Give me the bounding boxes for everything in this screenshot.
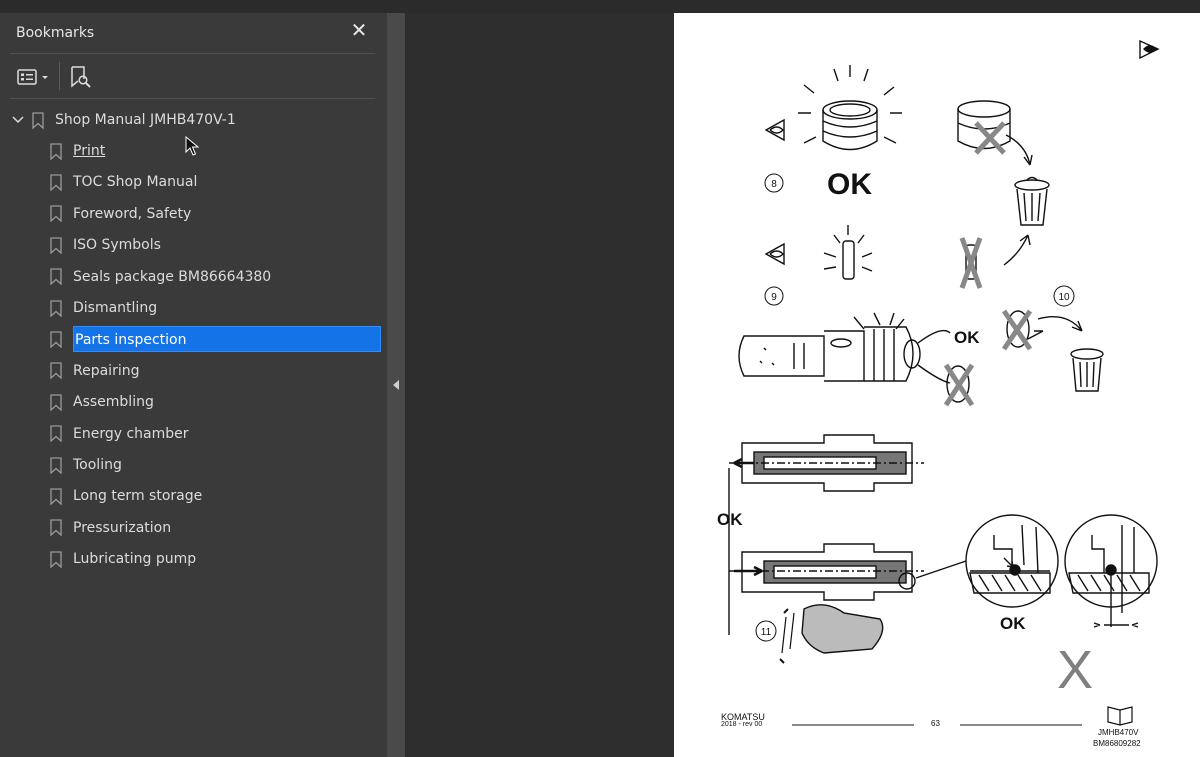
bookmarks-panel: Bookmarks ✕ Shop Manual JMHB470V-1 Print… [0,13,387,757]
bookmark-item[interactable]: Foreword, Safety [50,200,387,228]
bookmark-icon [32,111,44,129]
manual-book-icon [1107,706,1133,726]
ok-label: OK [827,168,872,201]
bookmark-item-label: Print [73,143,106,159]
footer-model: JMHB470V [1098,728,1139,737]
options-list-icon [17,69,48,85]
mouse-cursor-icon [185,136,200,156]
bookmark-item-label: Assembling [73,394,154,411]
step-number: 9 [771,292,777,303]
bookmark-item-label: ISO Symbols [73,237,161,254]
bookmark-item-label: Foreword, Safety [73,205,192,222]
divider [10,53,375,54]
find-bookmark-button[interactable] [69,65,93,89]
bookmark-icon [50,551,62,568]
bookmark-icon [50,268,62,286]
pdf-page: OK OK OK OK X 8 9 10 11 KOMATSU 2018 - r… [674,13,1200,757]
app-toolbar-strip [0,0,1200,13]
ok-label: OK [954,328,980,347]
bookmark-icon [50,205,62,223]
step-number: 11 [761,627,772,638]
bookmark-item-label: Lubricating pump [73,551,197,568]
bookmark-item[interactable]: Seals package BM86664380 [50,263,387,291]
chevron-down-icon[interactable] [10,114,26,126]
bookmark-search-icon [71,66,91,88]
panel-title: Bookmarks [16,25,95,41]
parts-inspection-illustration: OK OK OK OK X 8 9 10 11 [717,39,1160,726]
bookmark-item[interactable]: Print [50,137,387,165]
bookmark-root-label: Shop Manual JMHB470V-1 [55,112,236,128]
bookmark-item-label: Seals package BM86664380 [73,268,272,285]
bookmark-item-label: Parts inspection [73,326,381,353]
bookmark-root[interactable]: Shop Manual JMHB470V-1 [10,106,397,134]
bookmark-item[interactable]: Parts inspection [50,325,387,353]
bookmark-item[interactable]: Pressurization [50,514,387,542]
collapse-panel-icon[interactable] [387,375,405,395]
bookmark-icon [50,488,62,505]
bookmark-item[interactable]: Long term storage [50,482,387,510]
bookmark-icon [50,331,62,348]
bookmark-options-button[interactable] [16,65,52,89]
panel-splitter[interactable] [387,13,405,757]
bookmark-item[interactable]: Assembling [50,388,387,416]
bookmark-icon [50,237,62,254]
footer-document-number: BM86809282 [1093,739,1141,748]
ok-label: OK [717,510,743,529]
bookmark-icon [50,425,62,443]
bookmark-item[interactable]: Tooling [50,451,387,479]
bookmark-icon [50,299,62,317]
bookmark-item[interactable]: ISO Symbols [50,231,387,259]
bookmark-item-label: Repairing [73,362,140,379]
bookmark-item-label: Dismantling [73,300,158,316]
bookmark-item[interactable]: TOC Shop Manual [50,168,387,196]
ok-label: OK [1000,614,1026,633]
bookmark-item-label: Pressurization [73,519,172,536]
bookmark-icon [50,174,62,191]
close-icon[interactable]: ✕ [348,19,370,41]
bookmark-item[interactable]: Energy chamber [50,420,387,448]
bookmark-icon [50,394,62,411]
divider [10,98,375,99]
bookmark-icon [50,456,62,474]
footer-page-number: 63 [931,719,940,728]
bookmark-item-label: Tooling [73,457,122,473]
bookmark-icon [50,519,62,537]
bookmark-icon [50,362,62,380]
bookmark-icon [50,142,62,160]
step-number: 8 [771,179,777,190]
bookmark-item-label: TOC Shop Manual [73,174,198,191]
x-mark: X [1057,640,1093,700]
bookmark-item[interactable]: Repairing [50,357,387,385]
bookmark-item-label: Energy chamber [73,425,189,442]
footer-revision: 2018 - rev 00 [721,721,763,728]
bookmark-item[interactable]: Dismantling [50,294,387,322]
step-number: 10 [1058,292,1070,303]
divider [59,62,60,90]
bookmark-item[interactable]: Lubricating pump [50,545,387,573]
bookmark-item-label: Long term storage [73,488,203,505]
